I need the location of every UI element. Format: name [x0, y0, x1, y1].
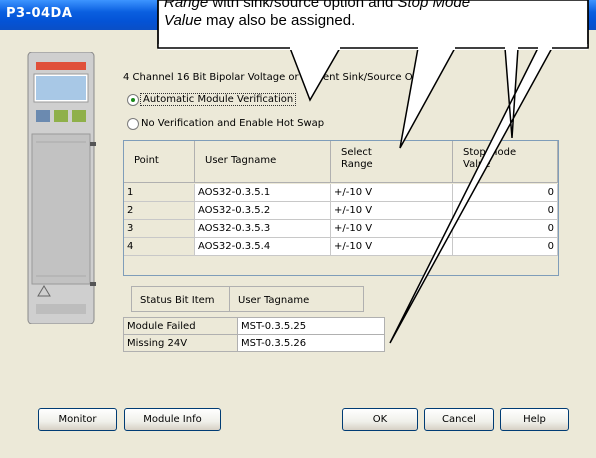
callout-line-1-text: with sink/source option and — [208, 0, 398, 11]
callout-value-word: Value — [164, 12, 202, 29]
callout-line-2: Value may also be assigned. — [164, 12, 584, 30]
callout-shape — [157, 0, 589, 344]
callout-range-word: Range — [164, 0, 209, 11]
callout-line-1: Range with sink/source option and Stop M… — [164, 0, 584, 12]
callout-text: Range with sink/source option and Stop M… — [164, 0, 584, 30]
callout-line-2-text: may also be assigned. — [201, 12, 356, 29]
callout-stop-mode-word: Stop Mode — [397, 0, 471, 11]
